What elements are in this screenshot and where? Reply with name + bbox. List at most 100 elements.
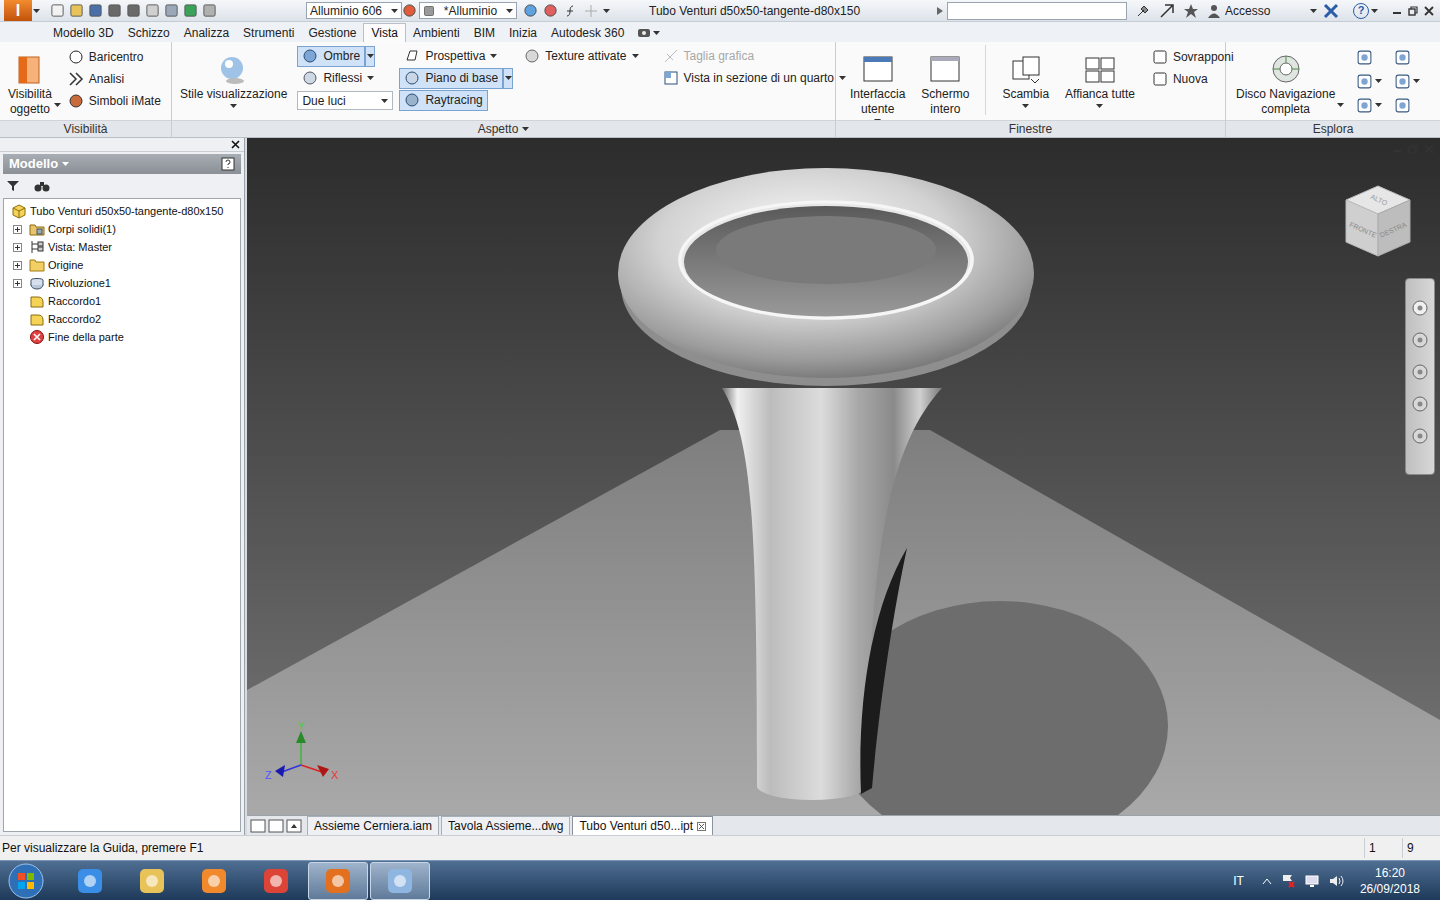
- ribbon-tab[interactable]: Analizza: [177, 23, 236, 42]
- orbit-button[interactable]: [1356, 95, 1382, 115]
- close-tab-icon[interactable]: [697, 822, 706, 831]
- zoom-icon[interactable]: [1411, 363, 1429, 381]
- quarter-section-button[interactable]: Vista in sezione di un quarto: [658, 67, 852, 89]
- zoom-all-button[interactable]: [1394, 71, 1420, 91]
- search-tools-icon[interactable]: [1135, 3, 1151, 19]
- full-screen-button[interactable]: Schermointero: [917, 45, 973, 117]
- ribbon-tab[interactable]: Autodesk 360: [544, 23, 631, 42]
- ribbon-options-icon[interactable]: [637, 28, 651, 38]
- taskbar-app[interactable]: [184, 862, 244, 900]
- tree-item[interactable]: Origine: [4, 256, 240, 274]
- ribbon-tab[interactable]: Gestione: [301, 23, 363, 42]
- exchange-apps-icon[interactable]: [1323, 3, 1339, 19]
- plus-icon[interactable]: [584, 4, 598, 18]
- ribbon-tab[interactable]: Strumenti: [236, 23, 301, 42]
- ribbon-tab[interactable]: Modello 3D: [46, 23, 121, 42]
- login-button[interactable]: Accesso: [1207, 2, 1317, 20]
- minimize-icon[interactable]: [1392, 6, 1402, 16]
- visual-style-button[interactable]: Stile visualizzazione: [176, 45, 291, 108]
- tree-item[interactable]: Corpi solidi(1): [4, 220, 240, 238]
- ribbon-tab[interactable]: Inizia: [502, 23, 544, 42]
- document-tab[interactable]: Tubo Venturi d50...ipt: [572, 816, 713, 835]
- minimize-icon[interactable]: [1392, 144, 1402, 154]
- tile-all-button[interactable]: Affianca tutte: [1061, 45, 1139, 108]
- ribbon-tab[interactable]: Vista: [363, 23, 405, 42]
- look-at-icon[interactable]: [1411, 427, 1429, 445]
- tree-item[interactable]: Rivoluzione1: [4, 274, 240, 292]
- pan-button[interactable]: [1356, 47, 1382, 67]
- clock[interactable]: 16:2026/09/2018: [1360, 865, 1420, 897]
- tile-docs-icon[interactable]: [268, 819, 284, 833]
- help-button[interactable]: ?: [1353, 3, 1378, 19]
- taskbar-app[interactable]: [246, 862, 306, 900]
- material-select[interactable]: Alluminio 606: [306, 2, 402, 19]
- visibility-tool-button[interactable]: Analisi: [63, 68, 166, 90]
- steering-wheel-icon[interactable]: [1411, 299, 1429, 317]
- slice-graphics-button[interactable]: Taglia grafica: [658, 45, 852, 67]
- filter-icon[interactable]: [6, 179, 20, 193]
- taskbar-app[interactable]: [122, 862, 182, 900]
- restore-icon[interactable]: [1408, 6, 1418, 16]
- tree-item[interactable]: Raccordo2: [4, 310, 240, 328]
- orbit-icon[interactable]: [1411, 395, 1429, 413]
- ribbon-tab[interactable]: Ambienti: [406, 23, 467, 42]
- language-indicator[interactable]: IT: [1233, 872, 1244, 890]
- zoom-button[interactable]: [1356, 71, 1382, 91]
- search-input[interactable]: [947, 2, 1127, 20]
- switch-button[interactable]: Scambia: [998, 45, 1053, 108]
- lights-select[interactable]: Due luci: [297, 91, 393, 110]
- parameters-icon[interactable]: [563, 3, 579, 19]
- document-tab[interactable]: Assieme Cerniera.iam: [307, 816, 439, 835]
- textures-button[interactable]: Texture attivate: [519, 45, 643, 67]
- help-icon[interactable]: [221, 157, 235, 171]
- cascade-button[interactable]: Sovrapponi: [1147, 46, 1239, 68]
- new-window-button[interactable]: Nuova: [1147, 68, 1239, 90]
- close-icon[interactable]: [1424, 144, 1434, 154]
- doc-list-icon[interactable]: [286, 819, 302, 833]
- perspective-button[interactable]: Prospettiva: [399, 45, 513, 67]
- user-interface-button[interactable]: Interfacciautente: [846, 45, 909, 123]
- object-visibility-button[interactable]: Visibilitàoggetto: [4, 45, 56, 117]
- network-icon[interactable]: [1304, 873, 1320, 889]
- taskbar-app[interactable]: [370, 862, 430, 900]
- pan-icon[interactable]: [1411, 331, 1429, 349]
- expand-icon[interactable]: [13, 261, 22, 270]
- communication-icon[interactable]: [1159, 3, 1175, 19]
- document-tab[interactable]: Tavola Assieme...dwg: [441, 816, 570, 835]
- graphics-viewport[interactable]: ALTOFRONTEDESTRAYXZ: [247, 138, 1440, 815]
- cascade-docs-icon[interactable]: [250, 819, 266, 833]
- ribbon-tab[interactable]: Schizzo: [121, 23, 177, 42]
- tree-item[interactable]: Tubo Venturi d50x50-tangente-d80x150: [4, 202, 240, 220]
- favorites-icon[interactable]: [1183, 3, 1199, 19]
- raytracing-button[interactable]: Raytracing: [399, 89, 513, 111]
- close-panel-icon[interactable]: [231, 140, 240, 149]
- reflections-button[interactable]: Riflessi: [297, 67, 393, 89]
- expand-icon[interactable]: [13, 279, 22, 288]
- tree-item[interactable]: Fine della parte: [4, 328, 240, 346]
- expand-icon[interactable]: [13, 243, 22, 252]
- find-icon[interactable]: [34, 179, 50, 193]
- full-navigation-wheel-button[interactable]: Disco Navigazionecompleta: [1232, 45, 1339, 117]
- view-list-button[interactable]: [1394, 47, 1420, 67]
- shadows-button[interactable]: Ombre: [297, 45, 393, 67]
- expand-icon[interactable]: [13, 225, 22, 234]
- view-cube[interactable]: ALTOFRONTEDESTRA: [1342, 182, 1414, 262]
- ribbon-tab[interactable]: BIM: [467, 23, 502, 42]
- tree-item[interactable]: Raccordo1: [4, 292, 240, 310]
- close-icon[interactable]: [1424, 6, 1434, 16]
- start-button-icon[interactable]: [6, 862, 46, 900]
- visibility-tool-button[interactable]: Baricentro: [63, 46, 166, 68]
- ground-plane-button[interactable]: Piano di base: [399, 67, 513, 89]
- appearance-select[interactable]: *Alluminio: [419, 2, 517, 19]
- browser-header[interactable]: Modello: [3, 154, 241, 174]
- restore-icon[interactable]: [1408, 144, 1418, 154]
- action-center-icon[interactable]: [1280, 873, 1296, 889]
- visibility-tool-button[interactable]: Simboli iMate: [63, 90, 166, 112]
- taskbar-app[interactable]: [60, 862, 120, 900]
- taskbar-app[interactable]: [308, 862, 368, 900]
- show-hidden-icons-icon[interactable]: [1262, 877, 1272, 885]
- app-menu-button[interactable]: I: [0, 0, 44, 22]
- volume-icon[interactable]: [1328, 873, 1344, 889]
- tree-item[interactable]: Vista: Master: [4, 238, 240, 256]
- home-button[interactable]: [1394, 95, 1420, 115]
